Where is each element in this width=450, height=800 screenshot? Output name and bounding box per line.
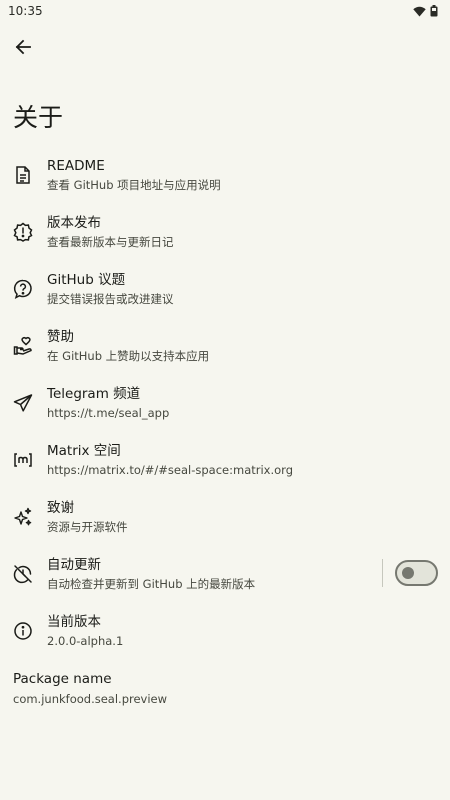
volunteer-hand-icon — [13, 336, 33, 356]
status-icons — [413, 5, 438, 17]
arrow-back-icon — [15, 39, 31, 55]
item-subtitle: 资源与开源软件 — [47, 519, 128, 534]
item-title: GitHub 议题 — [47, 271, 126, 288]
sponsor-item[interactable]: 赞助 在 GitHub 上赞助以支持本应用 — [0, 317, 450, 374]
wifi-icon — [413, 6, 426, 17]
item-subtitle: https://t.me/seal_app — [47, 405, 170, 420]
item-subtitle: https://matrix.to/#/#seal-space:matrix.o… — [47, 462, 294, 477]
sparkle-icon — [13, 507, 33, 527]
credits-item[interactable]: 致谢 资源与开源软件 — [0, 488, 450, 545]
package-name-value: com.junkfood.seal.preview — [13, 692, 168, 706]
auto-update-item[interactable]: 自动更新 自动检查并更新到 GitHub 上的最新版本 — [0, 545, 450, 602]
item-title: 当前版本 — [47, 613, 101, 630]
divider — [382, 559, 383, 587]
info-icon — [13, 621, 33, 641]
top-app-bar — [0, 30, 450, 64]
about-list: README 查看 GitHub 项目地址与应用说明 版本发布 查看最新版本与更… — [0, 146, 450, 659]
document-icon — [13, 165, 33, 185]
matrix-icon — [13, 450, 33, 470]
item-subtitle: 2.0.0-alpha.1 — [47, 633, 124, 648]
switch-thumb — [402, 567, 414, 579]
item-title: 版本发布 — [47, 214, 101, 231]
item-title: 赞助 — [47, 328, 74, 345]
telegram-send-icon — [13, 393, 33, 413]
item-title: 致谢 — [47, 499, 74, 516]
page-title: 关于 — [13, 103, 64, 132]
item-subtitle: 查看最新版本与更新日记 — [47, 234, 174, 249]
readme-item[interactable]: README 查看 GitHub 项目地址与应用说明 — [0, 146, 450, 203]
item-subtitle: 在 GitHub 上赞助以支持本应用 — [47, 348, 210, 363]
package-name-label: Package name — [13, 671, 112, 687]
item-subtitle: 自动检查并更新到 GitHub 上的最新版本 — [47, 576, 256, 591]
item-subtitle: 提交错误报告或改进建议 — [47, 291, 174, 306]
item-title: README — [47, 157, 105, 174]
github-issues-item[interactable]: GitHub 议题 提交错误报告或改进建议 — [0, 260, 450, 317]
item-title: Matrix 空间 — [47, 442, 121, 459]
item-title: Telegram 频道 — [47, 385, 141, 402]
update-disabled-icon — [13, 564, 33, 584]
current-version-item[interactable]: 当前版本 2.0.0-alpha.1 — [0, 602, 450, 659]
auto-update-switch[interactable] — [395, 560, 438, 586]
telegram-item[interactable]: Telegram 频道 https://t.me/seal_app — [0, 374, 450, 431]
status-time: 10:35 — [8, 4, 43, 18]
matrix-item[interactable]: Matrix 空间 https://matrix.to/#/#seal-spac… — [0, 431, 450, 488]
status-bar: 10:35 — [0, 0, 450, 22]
package-name-section[interactable]: Package name com.junkfood.seal.preview — [13, 670, 167, 707]
releases-item[interactable]: 版本发布 查看最新版本与更新日记 — [0, 203, 450, 260]
battery-icon — [430, 5, 438, 17]
back-button[interactable] — [8, 32, 38, 62]
help-bubble-icon — [13, 279, 33, 299]
new-release-icon — [13, 222, 33, 242]
item-subtitle: 查看 GitHub 项目地址与应用说明 — [47, 177, 221, 192]
item-title: 自动更新 — [47, 556, 101, 573]
